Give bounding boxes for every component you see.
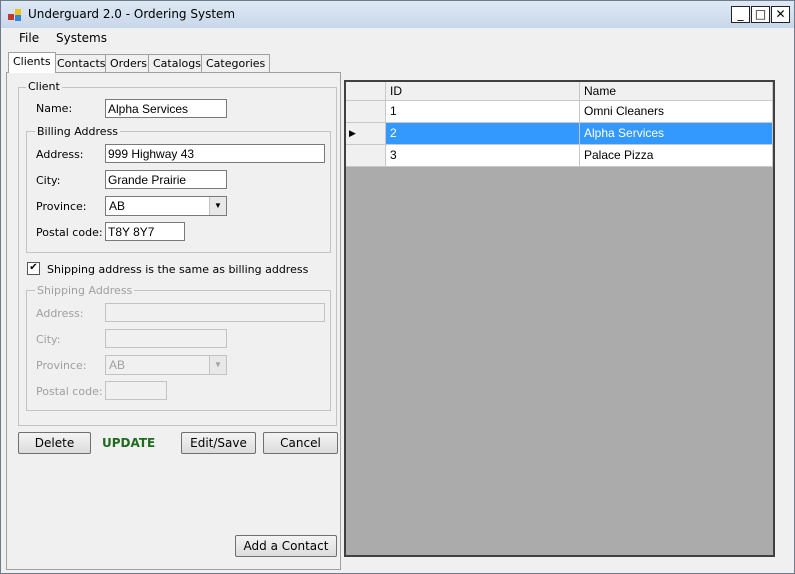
shipping-address-label: Shipping Address: [35, 284, 135, 297]
name-label: Name:: [36, 102, 73, 115]
mode-status-label: UPDATE: [102, 436, 156, 450]
billing-province-label: Province:: [36, 200, 87, 213]
tab-clients[interactable]: Clients: [8, 52, 56, 73]
shipping-postal-label: Postal code:: [36, 385, 103, 398]
checkmark-icon: ✔: [29, 262, 38, 273]
minimize-button[interactable]: _: [731, 6, 750, 23]
grid-cell-id[interactable]: 3: [386, 145, 580, 167]
title-bar[interactable]: Underguard 2.0 - Ordering System _ □ ✕: [1, 1, 794, 28]
app-icon: [8, 9, 21, 21]
tab-catalogs[interactable]: Catalogs: [148, 54, 206, 73]
delete-button[interactable]: Delete: [18, 432, 91, 454]
billing-address-label: Billing Address: [35, 125, 121, 138]
billing-city-label: City:: [36, 174, 61, 187]
tab-categories[interactable]: Categories: [201, 54, 271, 73]
client-group-label: Client: [26, 80, 62, 93]
menu-bar: File Systems: [1, 28, 794, 48]
billing-city-input[interactable]: Grande Prairie: [105, 170, 227, 189]
billing-province-select[interactable]: AB ▼: [105, 196, 227, 216]
shipping-province-select[interactable]: AB ▼: [105, 355, 227, 375]
same-address-checkbox[interactable]: ✔: [27, 262, 40, 275]
tab-contacts[interactable]: Contacts: [52, 54, 111, 73]
current-row-arrow-icon: ▶: [349, 128, 356, 138]
shipping-city-input[interactable]: [105, 329, 227, 348]
edit-save-button[interactable]: Edit/Save: [181, 432, 256, 454]
shipping-address-field-label: Address:: [36, 307, 84, 320]
grid-cell-name[interactable]: Palace Pizza: [580, 145, 773, 167]
row-header[interactable]: [346, 145, 386, 167]
billing-postal-input[interactable]: T8Y 8Y7: [105, 222, 185, 241]
grid-cell-name[interactable]: Alpha Services: [580, 123, 773, 145]
grid-cell-name[interactable]: Omni Cleaners: [580, 101, 773, 123]
tab-orders[interactable]: Orders: [105, 54, 152, 73]
maximize-button[interactable]: □: [751, 6, 770, 23]
billing-province-value: AB: [109, 199, 126, 213]
billing-address-field-label: Address:: [36, 148, 84, 161]
name-input[interactable]: Alpha Services: [105, 99, 227, 118]
add-contact-button[interactable]: Add a Contact: [235, 535, 337, 557]
shipping-address-input[interactable]: [105, 303, 325, 322]
billing-postal-label: Postal code:: [36, 226, 103, 239]
close-button[interactable]: ✕: [771, 6, 790, 23]
billing-address-input[interactable]: 999 Highway 43: [105, 144, 325, 163]
grid-cell-id[interactable]: 1: [386, 101, 580, 123]
window-title: Underguard 2.0 - Ordering System: [28, 7, 236, 21]
app-window: Underguard 2.0 - Ordering System _ □ ✕ F…: [0, 0, 795, 574]
menu-systems[interactable]: Systems: [56, 31, 107, 45]
clients-grid[interactable]: ID Name 1 Omni Cleaners ▶ 2 Alpha Servic…: [344, 80, 775, 557]
maximize-icon: □: [754, 7, 767, 21]
menu-file[interactable]: File: [19, 31, 39, 45]
chevron-down-icon[interactable]: ▼: [209, 356, 226, 374]
shipping-city-label: City:: [36, 333, 61, 346]
shipping-province-label: Province:: [36, 359, 87, 372]
grid-corner-header: [346, 82, 386, 101]
same-address-label[interactable]: Shipping address is the same as billing …: [47, 263, 308, 276]
grid-header-id[interactable]: ID: [386, 82, 580, 101]
row-header[interactable]: [346, 101, 386, 123]
close-icon: ✕: [775, 7, 786, 21]
grid-header-name[interactable]: Name: [580, 82, 773, 101]
cancel-button[interactable]: Cancel: [263, 432, 338, 454]
shipping-province-value: AB: [109, 358, 126, 372]
minimize-icon: _: [737, 7, 744, 21]
chevron-down-icon[interactable]: ▼: [209, 197, 226, 215]
grid-cell-id[interactable]: 2: [386, 123, 580, 145]
row-header[interactable]: ▶: [346, 123, 386, 145]
shipping-postal-input[interactable]: [105, 381, 167, 400]
